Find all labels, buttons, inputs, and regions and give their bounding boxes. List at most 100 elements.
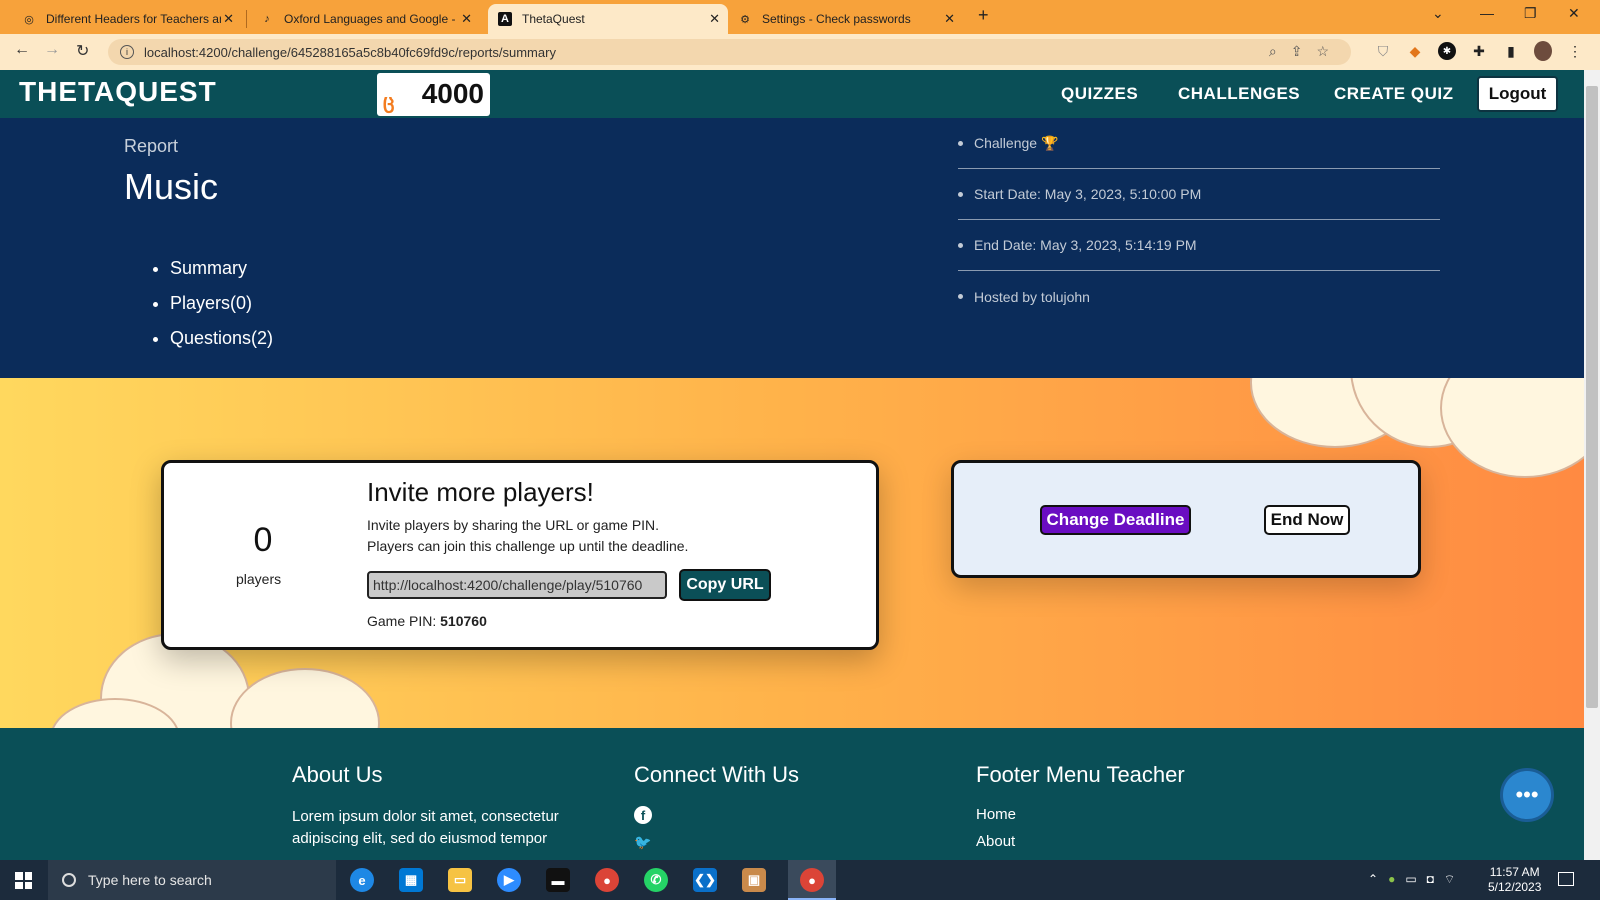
page-title: Music [124,166,219,207]
end-date: End Date: May 3, 2023, 5:14:19 PM [958,220,1440,271]
store-icon[interactable]: ▦ [399,868,423,892]
sidepanel-icon[interactable]: ▮ [1502,42,1520,60]
shield-icon[interactable]: ⛉ [1374,42,1392,60]
tab-settings[interactable]: ⚙ Settings - Check passwords ✕ [728,4,963,34]
change-deadline-button[interactable]: Change Deadline [1040,505,1191,535]
share-icon[interactable]: ⇪ [1291,43,1303,60]
report-label: Report [124,136,179,156]
footer-menu: Footer Menu Teacher Home About [976,762,1185,850]
extension-toolbar: ⛉ ◆ ✱ ✚ ▮ ⋮ [1374,41,1584,61]
vscode-icon[interactable]: ❮❯ [693,868,717,892]
battery-icon[interactable]: ▭ [1405,872,1416,887]
menu-summary[interactable]: Summary [170,258,273,279]
cloud-decoration [1440,378,1584,478]
game-pin-value: 510760 [440,613,487,629]
tab-different-headers[interactable]: ◎ Different Headers for Teachers ar ✕ [12,4,242,34]
bookmark-star-icon[interactable]: ☆ [1316,43,1329,60]
top-nav: THETAQUEST ც 4000 QUIZZES CHALLENGES CRE… [0,70,1584,118]
menu-kebab-icon[interactable]: ⋮ [1566,42,1584,60]
close-icon[interactable]: ✕ [709,11,720,27]
terminal-icon[interactable]: ▬ [546,868,570,892]
notification-icon[interactable] [1558,872,1574,886]
windows-taskbar: Type here to search e ▦ ▭ ▶ ▬ ● ✆ ❮❯ ▣ ●… [0,860,1600,900]
puzzle-icon[interactable]: ✚ [1470,42,1488,60]
footer-connect: Connect With Us f 🐦 [634,762,800,851]
file-explorer-icon[interactable]: ▭ [448,868,472,892]
cloud-decoration [230,668,380,728]
footer-link-home[interactable]: Home [976,806,1185,823]
forward-icon[interactable]: → [44,41,60,59]
wifi-icon[interactable]: ⌔ [1444,872,1455,887]
player-count: 0 [253,521,273,559]
gear-icon: ⚙ [740,13,750,26]
menu-questions[interactable]: Questions(2) [170,328,273,349]
url-field[interactable]: i localhost:4200/challenge/645288165a5c8… [108,39,1351,65]
tab-separator [246,10,247,28]
player-count-label: players [236,571,282,587]
back-icon[interactable]: ← [14,41,30,59]
restore-button[interactable]: ❐ [1524,5,1537,22]
edge-icon[interactable]: e [350,868,374,892]
system-tray: ⌃ ● ▭ ◘ ⌔ [1368,872,1455,887]
game-pin: Game PIN: 510760 [367,613,487,629]
score-badge: ც 4000 [377,73,490,116]
twitter-icon[interactable]: 🐦 [634,834,799,851]
oxford-icon: ♪ [264,13,270,25]
challenge-info-list: Challenge 🏆 Start Date: May 3, 2023, 5:1… [958,118,1440,322]
report-header: Report Music Summary Players(0) Question… [0,118,1584,378]
package-icon[interactable]: ▣ [742,868,766,892]
angular-icon: A [498,12,512,26]
address-bar-row: ← → ↻ i localhost:4200/challenge/6452881… [0,34,1600,70]
logo[interactable]: THETAQUEST [19,76,217,108]
nav-quizzes[interactable]: QUIZZES [1061,84,1138,104]
challenge-type: Challenge 🏆 [958,118,1440,169]
close-icon[interactable]: ✕ [944,11,955,27]
footer: About Us Lorem ipsum dolor sit amet, con… [0,728,1584,860]
close-icon[interactable]: ✕ [223,11,234,27]
tray-app-icon[interactable]: ● [1388,872,1395,887]
invite-card: 0 players Invite more players! Invite pl… [161,460,879,650]
tab-thetaquest[interactable]: A ThetaQuest ✕ [488,4,728,34]
menu-players[interactable]: Players(0) [170,293,273,314]
content-area: 0 players Invite more players! Invite pl… [0,378,1584,728]
facebook-icon[interactable]: f [634,806,652,824]
taskbar-search[interactable]: Type here to search [48,860,336,900]
close-window-button[interactable]: ✕ [1568,5,1580,22]
footer-about: About Us Lorem ipsum dolor sit amet, con… [292,762,559,847]
windows-start-icon[interactable] [15,872,32,889]
whatsapp-icon[interactable]: ✆ [644,868,668,892]
zoom-icon[interactable]: ⌕ [1269,43,1277,60]
metamask-icon[interactable]: ◆ [1406,42,1424,60]
browser-tab-bar: ◎ Different Headers for Teachers ar ✕ ♪ … [0,0,1600,34]
flame-icon: ც [383,91,395,113]
new-tab-button[interactable]: + [978,5,989,26]
invite-description: Invite players by sharing the URL or gam… [367,517,689,554]
host: Hosted by tolujohn [958,271,1440,322]
footer-link-about[interactable]: About [976,833,1185,850]
close-icon[interactable]: ✕ [461,11,472,27]
extension-x-icon[interactable]: ✱ [1438,42,1456,60]
clock[interactable]: 11:57 AM 5/12/2023 [1488,865,1541,895]
camera-icon[interactable]: ◘ [1427,872,1434,887]
copy-url-button[interactable]: Copy URL [679,569,771,601]
invite-url-field[interactable]: http://localhost:4200/challenge/play/510… [367,571,667,599]
globe-icon: ◎ [24,13,34,26]
logout-button[interactable]: Logout [1477,76,1558,112]
zoom-app-icon[interactable]: ▶ [497,868,521,892]
tab-oxford[interactable]: ♪ Oxford Languages and Google - ✕ [250,4,480,34]
scrollbar-thumb[interactable] [1586,86,1598,708]
chrome-icon[interactable]: ● [595,868,619,892]
reload-icon[interactable]: ↻ [76,41,89,61]
minimize-button[interactable]: — [1480,5,1494,21]
chat-bubble-icon[interactable]: ••• [1500,768,1554,822]
tab-search-icon[interactable]: ⌄ [1432,5,1444,22]
challenge-actions-card: Change Deadline End Now [951,460,1421,578]
avatar[interactable] [1534,41,1552,61]
info-icon[interactable]: i [120,45,134,59]
chrome-profile-icon[interactable]: ● [800,868,824,892]
invite-heading: Invite more players! [367,477,594,507]
nav-create-quiz[interactable]: CREATE QUIZ [1334,84,1453,104]
nav-challenges[interactable]: CHALLENGES [1178,84,1300,104]
end-now-button[interactable]: End Now [1264,505,1350,535]
chevron-up-icon[interactable]: ⌃ [1368,872,1378,887]
